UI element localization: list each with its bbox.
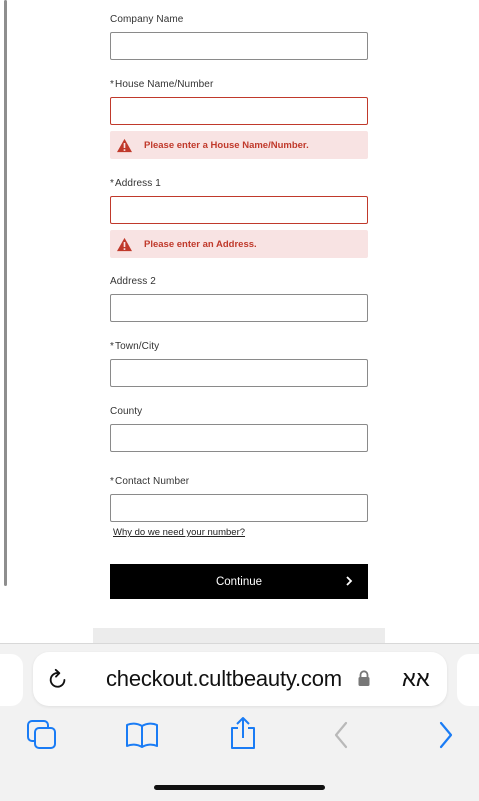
continue-button[interactable]: Continue	[110, 564, 368, 599]
town-label: *Town/City	[110, 341, 159, 352]
next-tab-preview[interactable]	[457, 654, 479, 706]
lock-icon	[358, 670, 370, 686]
required-marker: *	[110, 79, 114, 90]
previous-tab-preview[interactable]	[0, 654, 23, 706]
address2-input[interactable]	[110, 294, 368, 322]
town-input[interactable]	[110, 359, 368, 387]
scroll-indicator	[4, 0, 7, 586]
house-input[interactable]	[110, 97, 368, 125]
required-marker: *	[110, 178, 114, 189]
town-label-text: Town/City	[115, 341, 160, 352]
bookmarks-icon[interactable]	[125, 720, 159, 750]
warning-icon	[117, 237, 132, 251]
county-label: County	[110, 406, 143, 417]
home-indicator	[154, 785, 325, 790]
continue-label: Continue	[215, 575, 263, 588]
reader-aa-button[interactable]: אא	[402, 666, 430, 692]
contact-input[interactable]	[110, 494, 368, 522]
address1-error-message: Please enter an Address.	[144, 238, 257, 250]
required-marker: *	[110, 341, 114, 352]
company-name-label: Company Name	[110, 14, 184, 25]
warning-icon	[117, 138, 132, 152]
house-error: Please enter a House Name/Number.	[110, 131, 368, 159]
address1-label-text: Address 1	[115, 178, 161, 189]
contact-label: *Contact Number	[110, 476, 189, 487]
back-icon[interactable]	[332, 721, 350, 749]
address1-error: Please enter an Address.	[110, 230, 368, 258]
chevron-right-icon	[346, 576, 353, 586]
why-number-link[interactable]: Why do we need your number?	[113, 527, 245, 538]
required-marker: *	[110, 476, 114, 487]
tabs-icon[interactable]	[26, 719, 58, 751]
county-input[interactable]	[110, 424, 368, 452]
forward-icon[interactable]	[437, 721, 455, 749]
house-label: *House Name/Number	[110, 79, 213, 90]
address1-label: *Address 1	[110, 178, 161, 189]
contact-label-text: Contact Number	[115, 476, 190, 487]
share-icon[interactable]	[229, 716, 257, 750]
house-label-text: House Name/Number	[115, 79, 214, 90]
url-text[interactable]: checkout.cultbeauty.com	[106, 666, 342, 692]
address2-label: Address 2	[110, 276, 156, 287]
company-name-input[interactable]	[110, 32, 368, 60]
address1-input[interactable]	[110, 196, 368, 224]
house-error-message: Please enter a House Name/Number.	[144, 139, 309, 151]
reload-icon[interactable]	[47, 667, 69, 691]
